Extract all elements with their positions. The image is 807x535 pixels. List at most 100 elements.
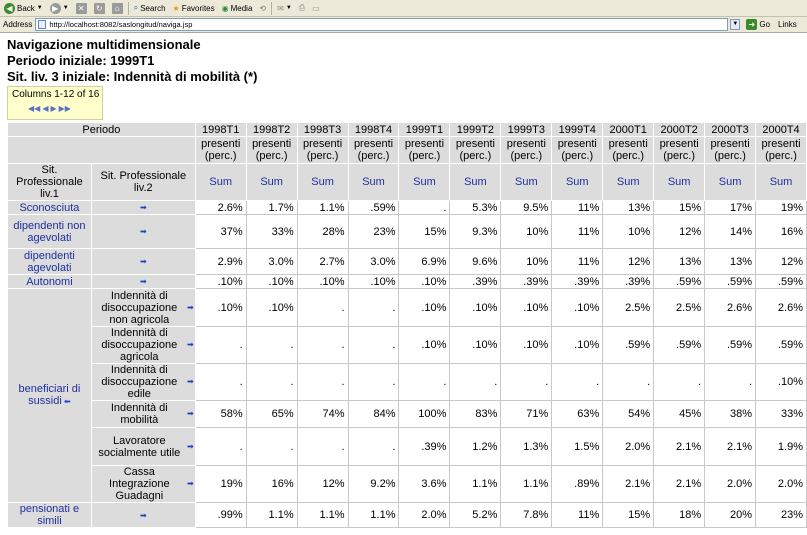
back-button[interactable]: ◀ Back ▼ — [2, 1, 45, 15]
level1-row-header[interactable]: pensionati e simili — [7, 502, 92, 528]
level2-row-header[interactable]: Indennità di disoccupazione edile ➡ — [90, 363, 196, 401]
table-cell: 2.1% — [602, 465, 655, 503]
level1-row-header[interactable]: Sconosciuta — [7, 200, 92, 215]
level2-row-header[interactable]: Indennità di disoccupazione non agricola… — [90, 288, 196, 327]
drill-down-icon[interactable]: ➡ — [90, 274, 196, 289]
sum-link[interactable]: Sum — [602, 163, 655, 201]
level1-row-header[interactable]: Autonomi — [7, 274, 92, 289]
sum-link[interactable]: Sum — [755, 163, 807, 201]
table-cell: .39% — [602, 274, 655, 289]
period-column-header[interactable]: 2000T2 — [653, 122, 706, 137]
table-cell: 2.1% — [653, 465, 706, 503]
go-button[interactable]: ➜ Go — [746, 19, 770, 30]
level1-header: Sit. Professionale liv.1 — [7, 163, 92, 201]
table-cell: . — [296, 326, 349, 364]
prev-columns-icon[interactable]: ◀ — [42, 104, 48, 113]
table-cell: 2.0% — [398, 502, 451, 528]
forward-button[interactable]: ▶ ▼ — [48, 1, 71, 15]
period-column-header[interactable]: 2000T1 — [602, 122, 655, 137]
table-cell: 33% — [755, 400, 807, 428]
period-column-header[interactable]: 1999T1 — [398, 122, 451, 137]
media-button[interactable]: ◉ Media — [220, 1, 255, 15]
drill-down-icon[interactable]: ➡ — [187, 302, 194, 314]
drill-down-icon[interactable]: ➡ — [90, 248, 196, 275]
go-arrow-icon: ➜ — [746, 19, 758, 30]
refresh-button[interactable]: ↻ — [92, 1, 107, 15]
table-cell: 14% — [704, 214, 757, 249]
drill-down-icon[interactable]: ➡ — [187, 441, 194, 453]
sum-link[interactable]: Sum — [245, 163, 298, 201]
table-cell: 7.8% — [500, 502, 553, 528]
measure-header: presenti (perc.) — [755, 136, 807, 164]
search-button[interactable]: ⌕ Search — [132, 1, 168, 15]
sum-link[interactable]: Sum — [500, 163, 553, 201]
table-cell: .59% — [653, 274, 706, 289]
period-column-header[interactable]: 2000T4 — [755, 122, 807, 137]
table-cell: . — [296, 427, 349, 466]
address-input[interactable]: http://localhost:8082/saslongitud/naviga… — [35, 18, 729, 31]
drill-down-icon[interactable]: ➡ — [90, 502, 196, 528]
level2-header: Sit. Professionale liv.2 — [90, 163, 196, 201]
edit-button[interactable]: ▭ — [310, 1, 322, 15]
history-button[interactable]: ⟲ — [257, 1, 268, 15]
level2-row-header[interactable]: Cassa Integrazione Guadagni ➡ — [90, 465, 196, 503]
address-dropdown-button[interactable]: ▼ — [730, 19, 741, 30]
table-cell: 5.3% — [449, 200, 502, 215]
links-label[interactable]: Links — [778, 20, 797, 29]
period-column-header[interactable]: 2000T3 — [704, 122, 757, 137]
sum-link[interactable]: Sum — [194, 163, 247, 201]
period-column-header[interactable]: 1999T4 — [551, 122, 604, 137]
sum-link[interactable]: Sum — [347, 163, 400, 201]
table-cell: 9.6% — [449, 248, 502, 275]
stop-button[interactable]: ✕ — [74, 1, 89, 15]
drill-down-icon[interactable]: ➡ — [90, 200, 196, 215]
next-columns-icon[interactable]: ▶ — [50, 104, 56, 113]
period-column-header[interactable]: 1999T3 — [500, 122, 553, 137]
table-cell: 3.0% — [245, 248, 298, 275]
drill-down-icon[interactable]: ➡ — [187, 408, 194, 420]
period-column-header[interactable]: 1998T4 — [347, 122, 400, 137]
level1-row-header[interactable]: dipendenti agevolati — [7, 248, 92, 275]
first-columns-icon[interactable]: ◀◀ — [28, 104, 40, 113]
level2-row-header[interactable]: Lavoratore socialmente utile ➡ — [90, 427, 196, 466]
table-cell: .10% — [194, 288, 247, 327]
sum-link[interactable]: Sum — [296, 163, 349, 201]
table-cell: . — [296, 288, 349, 327]
chevron-down-icon: ▼ — [36, 5, 43, 11]
table-cell: 54% — [602, 400, 655, 428]
sum-link[interactable]: Sum — [449, 163, 502, 201]
table-cell: . — [194, 427, 247, 466]
drill-down-icon[interactable]: ➡ — [187, 478, 194, 490]
drill-up-icon[interactable]: ⬅ — [62, 397, 71, 406]
favorites-button[interactable]: ★ Favorites — [171, 1, 217, 15]
period-column-header[interactable]: 1998T3 — [296, 122, 349, 137]
sum-link[interactable]: Sum — [398, 163, 451, 201]
drill-down-icon[interactable]: ➡ — [90, 214, 196, 249]
table-cell: . — [296, 363, 349, 401]
drill-down-icon[interactable]: ➡ — [187, 376, 194, 388]
level2-row-header[interactable]: Indennità di mobilità ➡ — [90, 400, 196, 428]
print-button[interactable]: ⎙ — [297, 1, 307, 15]
sum-link[interactable]: Sum — [551, 163, 604, 201]
table-cell: 1.1% — [296, 200, 349, 215]
table-cell: 1.9% — [755, 427, 807, 466]
drill-down-icon[interactable]: ➡ — [187, 339, 194, 351]
period-column-header[interactable]: 1998T2 — [245, 122, 298, 137]
sum-link[interactable]: Sum — [704, 163, 757, 201]
table-cell: 65% — [245, 400, 298, 428]
table-cell: .59% — [704, 274, 757, 289]
period-column-header[interactable]: 1999T2 — [449, 122, 502, 137]
table-cell: 1.1% — [449, 465, 502, 503]
level2-label: Lavoratore socialmente utile — [98, 434, 181, 459]
search-icon: ⌕ — [133, 3, 139, 12]
period-column-header[interactable]: 1998T1 — [194, 122, 247, 137]
measure-header: presenti (perc.) — [194, 136, 247, 164]
level1-row-header[interactable]: beneficiari di sussidi ⬅ — [7, 288, 92, 503]
level1-row-header[interactable]: dipendenti non agevolati — [7, 214, 92, 249]
mail-button[interactable]: ✉ ▼ — [275, 1, 294, 15]
sum-link[interactable]: Sum — [653, 163, 706, 201]
home-button[interactable]: ⌂ — [110, 1, 125, 15]
level2-row-header[interactable]: Indennità di disoccupazione agricola ➡ — [90, 326, 196, 364]
table-cell: 2.0% — [755, 465, 807, 503]
last-columns-icon[interactable]: ▶▶ — [59, 104, 71, 113]
